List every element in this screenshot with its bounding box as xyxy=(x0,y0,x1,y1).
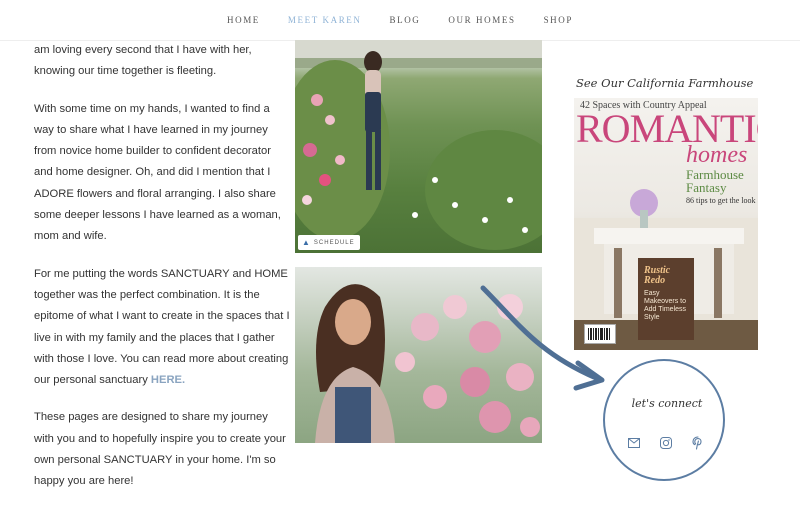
pinterest-icon[interactable] xyxy=(691,436,705,450)
magazine-feature: Farmhouse Fantasy xyxy=(686,167,744,195)
instagram-icon[interactable] xyxy=(659,436,673,450)
magazine-box-text: Easy Makeovers to Add Timeless Style xyxy=(644,290,687,321)
nav-blog[interactable]: BLOG xyxy=(390,15,421,25)
photo-flower-field xyxy=(295,40,542,253)
mail-icon[interactable] xyxy=(627,436,641,450)
top-navigation: HOME MEET KAREN BLOG OUR HOMES SHOP xyxy=(0,0,800,41)
barcode-icon xyxy=(584,324,616,344)
schedule-label: SCHEDULE xyxy=(313,239,355,246)
nav-home[interactable]: HOME xyxy=(227,15,260,25)
magazine-subtitle: homes xyxy=(686,142,748,168)
about-text: am loving every second that I have with … xyxy=(34,40,290,509)
magazine-feature-tips: 86 tips to get the look xyxy=(686,196,756,205)
paragraph-3-text: For me putting the words SANCTUARY and H… xyxy=(34,267,290,387)
nav-shop[interactable]: SHOP xyxy=(544,15,573,25)
connect-circle xyxy=(603,359,725,481)
nav-meet-karen[interactable]: MEET KAREN xyxy=(288,15,362,25)
sanctuary-link[interactable]: HERE. xyxy=(151,374,185,386)
flower-field-illustration xyxy=(295,40,542,250)
magazine-cover[interactable]: 42 Spaces with Country Appeal ROMANTIC h… xyxy=(574,98,758,350)
farmhouse-heading: See Our California Farmhouse xyxy=(576,76,754,90)
paragraph-4: These pages are designed to share my jou… xyxy=(34,411,286,488)
paragraph-3: For me putting the words SANCTUARY and H… xyxy=(34,264,290,392)
connect-label: let's connect xyxy=(631,397,703,410)
paragraph-2: With some time on my hands, I wanted to … xyxy=(34,102,281,243)
magazine-box-title: Rustic Redo xyxy=(644,265,671,286)
schedule-icon: ▲ xyxy=(302,238,311,247)
nav-our-homes[interactable]: OUR HOMES xyxy=(448,15,515,25)
paragraph-1: am loving every second that I have with … xyxy=(34,44,252,78)
schedule-badge[interactable]: ▲ SCHEDULE xyxy=(298,235,360,250)
